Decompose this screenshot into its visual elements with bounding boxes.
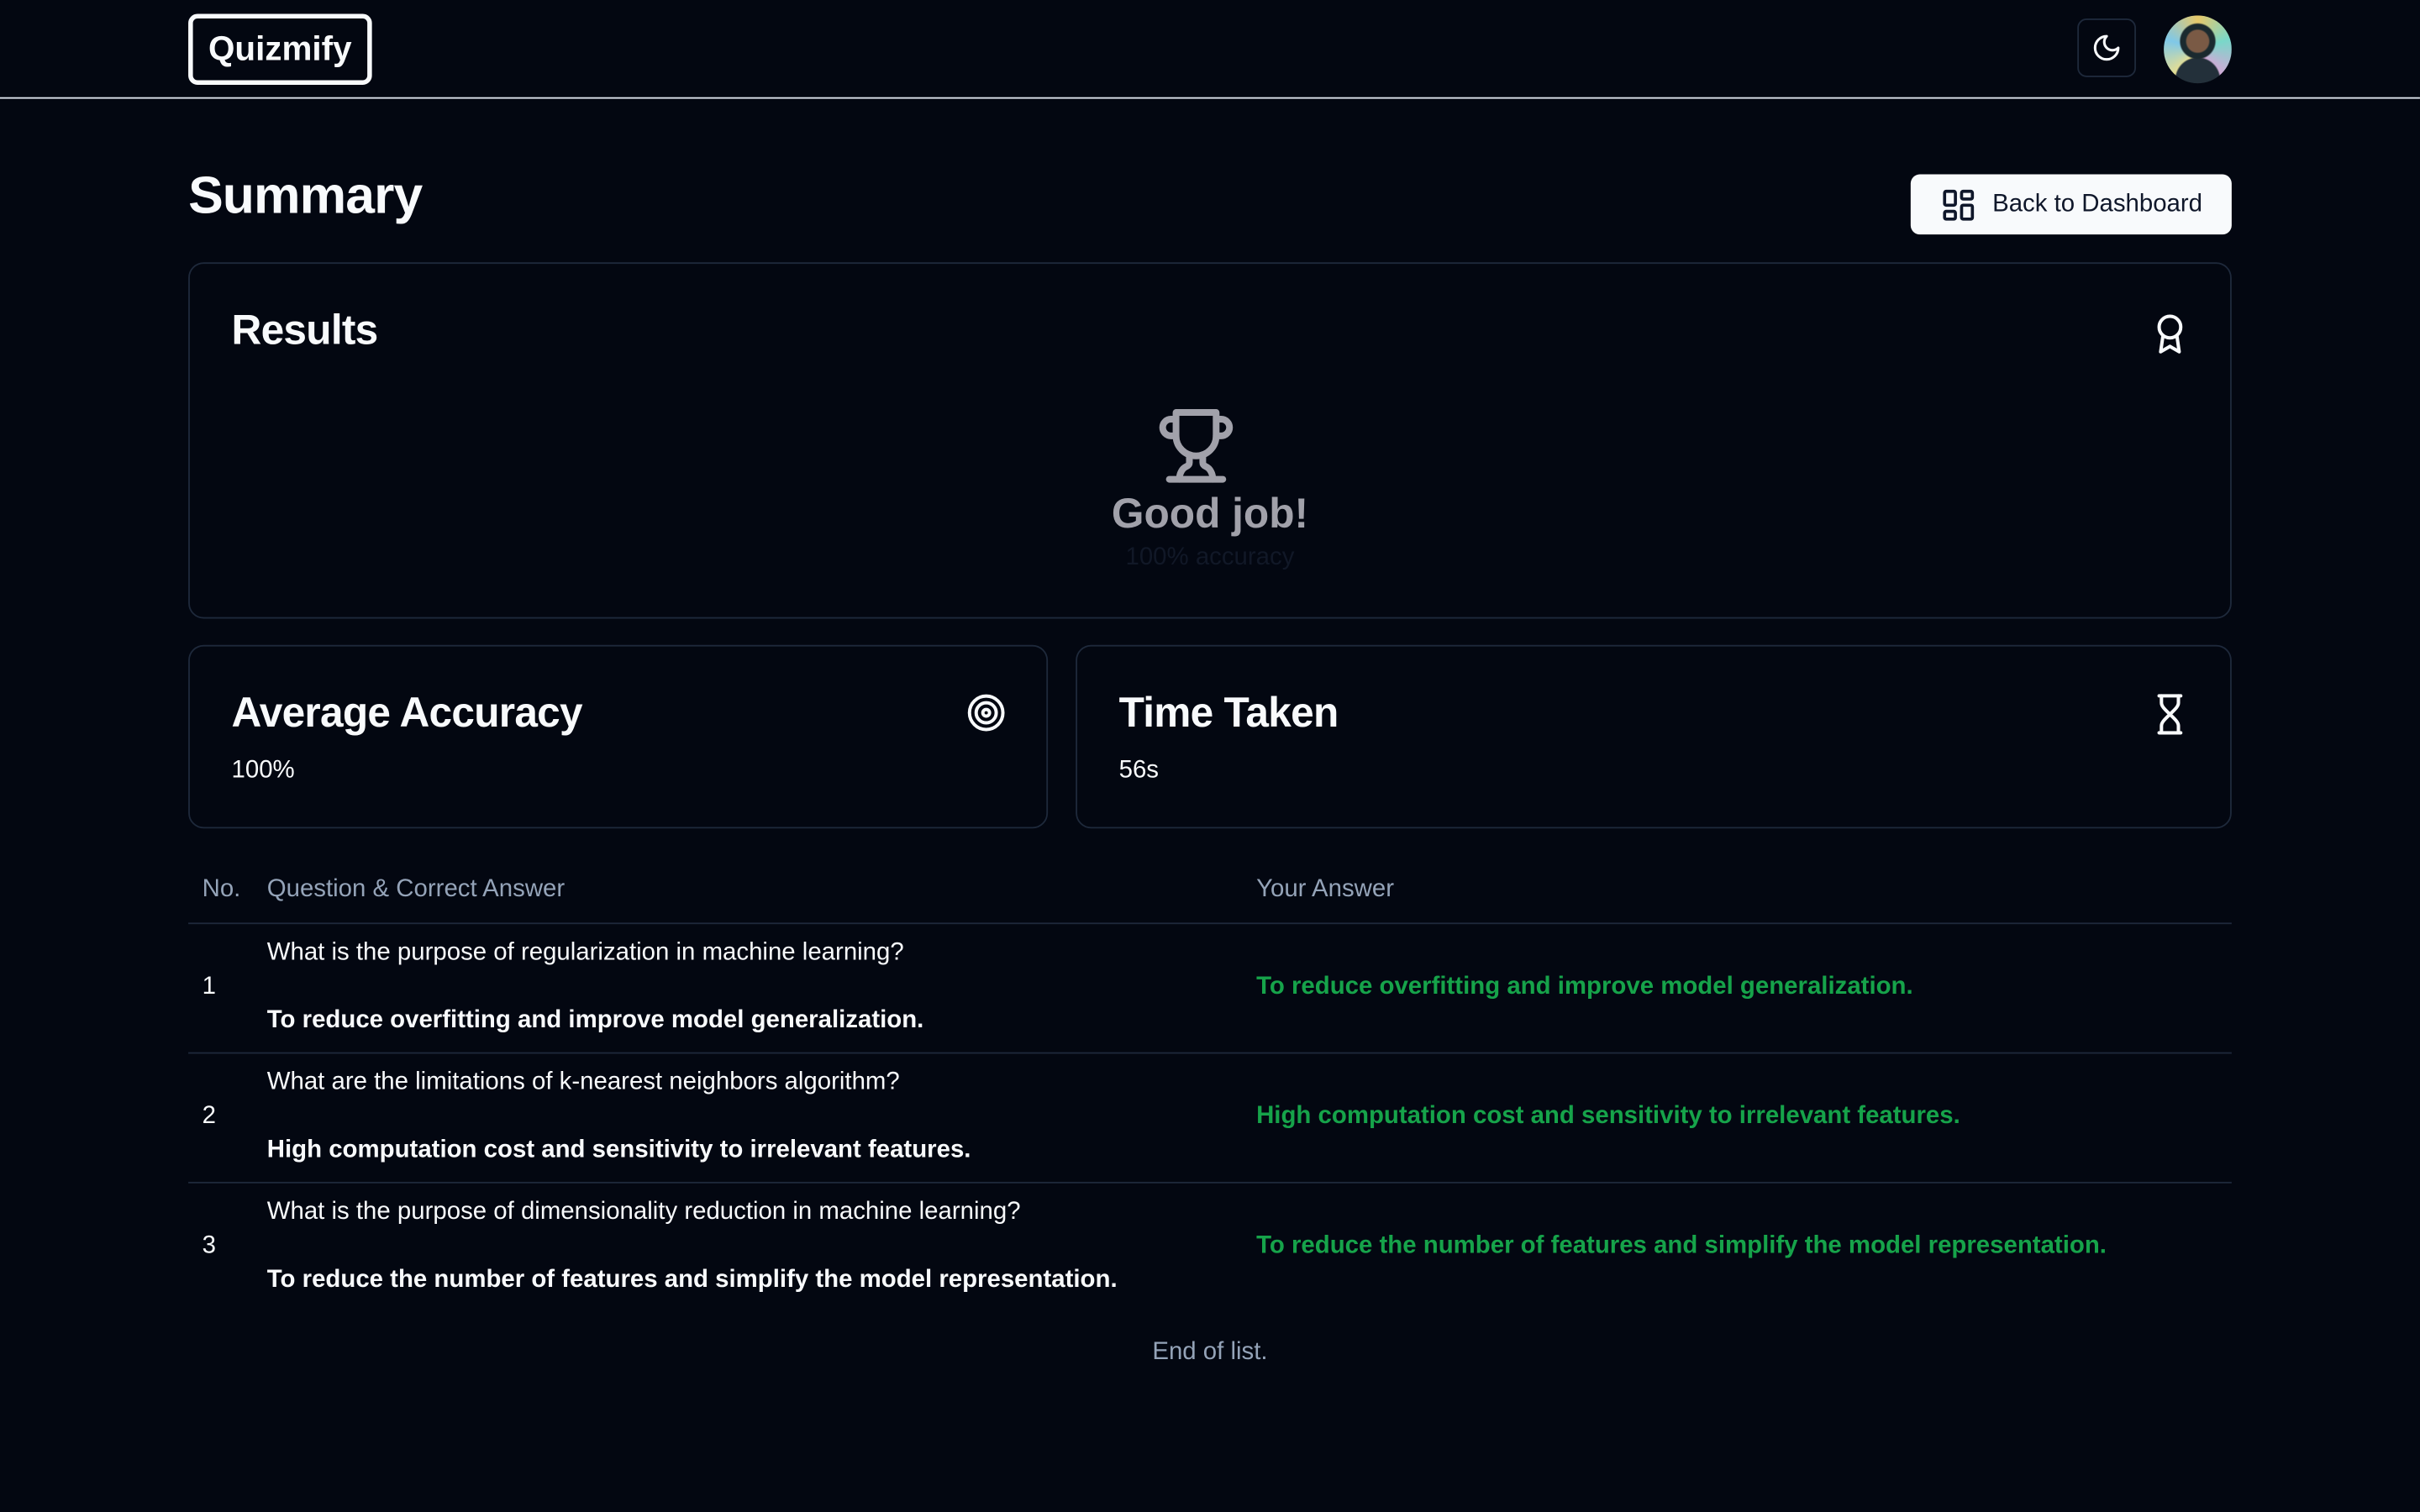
- correct-answer: High computation cost and sensitivity to…: [266, 1137, 971, 1163]
- moon-icon: [2091, 33, 2123, 64]
- row-number: 3: [202, 1232, 216, 1259]
- accuracy-title: Average Accuracy: [231, 690, 583, 737]
- correct-answer: To reduce the number of features and sim…: [266, 1266, 1118, 1294]
- question-text: What is the purpose of dimensionality re…: [266, 1199, 1021, 1226]
- results-card: Results Good job! 100% accuracy: [188, 262, 2232, 619]
- question-text: What is the purpose of regularization in…: [266, 939, 904, 966]
- table-row: 3 What is the purpose of dimensionality …: [188, 1184, 2232, 1311]
- row-number: 1: [202, 973, 216, 1000]
- result-caption: 100% accuracy: [1125, 544, 1295, 571]
- avatar[interactable]: [2164, 15, 2232, 84]
- your-answer: To reduce the number of features and sim…: [1256, 1232, 2107, 1259]
- answers-table: No. Question & Correct Answer Your Answe…: [188, 864, 2232, 1312]
- your-answer: To reduce overfitting and improve model …: [1256, 973, 1913, 1000]
- trophy-icon: [1156, 406, 1237, 494]
- table-row: 2 What are the limitations of k-nearest …: [188, 1053, 2232, 1184]
- header-question: Question & Correct Answer: [266, 876, 566, 903]
- page-title: Summary: [188, 166, 423, 226]
- header-no: No.: [202, 876, 241, 903]
- table-row: 1 What is the purpose of regularization …: [188, 924, 2232, 1054]
- time-taken-card: Time Taken 56s: [1076, 644, 2232, 829]
- average-accuracy-card: Average Accuracy 100%: [188, 644, 1049, 829]
- target-icon: [966, 693, 1007, 741]
- top-navbar: Quizmify: [0, 0, 2420, 99]
- award-icon: [2151, 312, 2188, 363]
- your-answer: High computation cost and sensitivity to…: [1256, 1103, 1960, 1130]
- time-value: 56s: [1118, 757, 1159, 785]
- table-header: No. Question & Correct Answer Your Answe…: [188, 864, 2232, 925]
- row-number: 2: [202, 1103, 216, 1130]
- results-title: Results: [231, 307, 379, 354]
- hourglass-icon: [2153, 693, 2186, 744]
- back-to-dashboard-button[interactable]: Back to Dashboard: [1910, 174, 2232, 235]
- layout-dashboard-icon: [1940, 186, 1977, 223]
- question-text: What are the limitations of k-nearest ne…: [266, 1068, 900, 1096]
- result-message: Good job!: [1111, 491, 1309, 538]
- accuracy-value: 100%: [231, 757, 295, 785]
- header-your-answer: Your Answer: [1256, 876, 1394, 903]
- summary-page: Quizmify Summary Back to Dashboard Resul…: [0, 0, 2420, 1512]
- correct-answer: To reduce overfitting and improve model …: [266, 1007, 924, 1034]
- logo[interactable]: Quizmify: [188, 13, 372, 86]
- time-title: Time Taken: [1118, 690, 1339, 737]
- back-button-label: Back to Dashboard: [1992, 190, 2203, 218]
- end-of-list-text: End of list.: [1152, 1339, 1268, 1366]
- theme-toggle-button[interactable]: [2077, 18, 2136, 77]
